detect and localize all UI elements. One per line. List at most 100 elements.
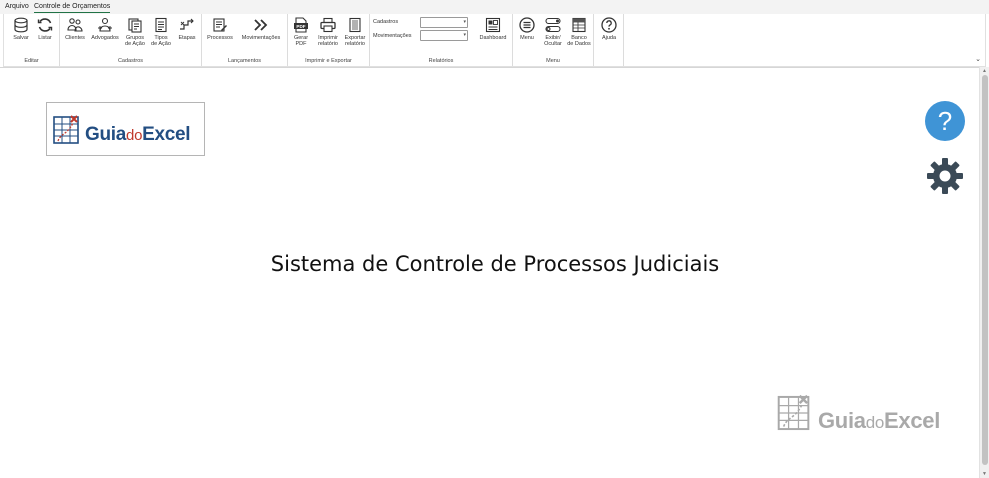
logo-brand-text: GuiadoExcel: [85, 124, 191, 146]
combo-cadastros-label: Cadastros: [373, 19, 399, 25]
group-label-editar: Editar: [24, 58, 39, 64]
watermark-brand-guia: Guia: [818, 408, 866, 433]
grupos-de-acao-button[interactable]: Grupos de Ação: [124, 17, 146, 48]
gerar-pdf-button[interactable]: PDF Gerar PDF: [290, 17, 312, 48]
exibir-ocultar-button[interactable]: Exibir/ Ocultar: [540, 17, 566, 48]
dashboard-label: Dashboard: [479, 35, 507, 41]
menu-label: Menu: [520, 35, 534, 41]
group-label-cadastros: Cadastros: [117, 58, 144, 64]
svg-text:PDF: PDF: [296, 24, 305, 29]
scrollbar-thumb[interactable]: [982, 75, 988, 465]
dashboard-icon: [485, 17, 501, 33]
processos-button[interactable]: Processos: [206, 17, 234, 41]
exportar-line2: relatório: [345, 41, 365, 48]
listar-button[interactable]: Listar: [34, 17, 56, 41]
watermark-brand-text: GuiadoExcel: [818, 408, 940, 434]
printer-icon: [320, 17, 336, 33]
guia-do-excel-logo: GuiadoExcel: [46, 102, 205, 156]
clientes-label: Clientes: [65, 35, 85, 41]
tipos-line1: Tipos: [154, 35, 168, 41]
imprimir-relatorio-button[interactable]: Imprimir relatório: [315, 17, 341, 48]
process-icon: [213, 18, 227, 32]
salvar-button[interactable]: Salvar: [10, 17, 32, 41]
chevron-down-icon: ▾: [463, 32, 466, 38]
double-chevron-icon: [254, 19, 268, 31]
page-title: Sistema de Controle de Processos Judicia…: [270, 252, 720, 276]
dashboard-button[interactable]: Dashboard: [476, 17, 510, 41]
group-menu: Menu Exibir/ Ocultar Banco de Dados Menu: [513, 14, 594, 66]
tab-arquivo[interactable]: Arquivo: [5, 3, 29, 10]
watermark-logo: GuiadoExcel: [777, 392, 957, 436]
toggle-icon: [545, 17, 561, 33]
group-cadastros: Clientes Advogados Grupos de Ação Tipos …: [60, 14, 202, 66]
movimentacoes-label: Movimentações: [241, 35, 281, 41]
steps-icon: [180, 18, 194, 30]
database-icon: [14, 17, 28, 33]
help-button[interactable]: ?: [925, 101, 965, 141]
question-mark-icon: ?: [937, 106, 953, 136]
group-label-lancamentos: Lançamentos: [227, 58, 262, 64]
types-icon: [155, 17, 167, 33]
spreadsheet-watermark-icon: [777, 394, 810, 431]
clientes-button[interactable]: Clientes: [63, 17, 87, 41]
watermark-brand-do: do: [865, 413, 885, 432]
imprimir-line1: Imprimir: [318, 35, 338, 41]
collapse-ribbon-icon[interactable]: ⌄: [975, 55, 981, 63]
combo-movimentacoes-label: Movimentações: [373, 33, 412, 39]
gear-icon[interactable]: [926, 157, 964, 195]
group-ajuda: Ajuda: [594, 14, 624, 66]
grupos-line1: Grupos: [125, 35, 145, 41]
combo-movimentacoes[interactable]: ▾: [420, 30, 468, 41]
banco-de-dados-button[interactable]: Banco de Dados: [566, 17, 592, 48]
advogados-label: Advogados: [91, 35, 119, 41]
menu-button[interactable]: Menu: [516, 17, 538, 41]
group-label-menu: Menu: [546, 58, 560, 64]
menu-tab-bar: Arquivo Controle de Orçamentos: [0, 0, 989, 14]
watermark-brand-excel: Excel: [884, 408, 941, 433]
groups-icon: [128, 18, 142, 33]
database-table-icon: [572, 17, 586, 33]
clients-icon: [67, 18, 83, 32]
group-relatorios: Cadastros ▾ Movimentações ▾ Dashboard Re…: [370, 14, 513, 66]
tab-controle-orcamentos[interactable]: Controle de Orçamentos: [34, 3, 111, 13]
listar-label: Listar: [38, 35, 52, 41]
pdf-icon: PDF: [294, 17, 308, 33]
combo-cadastros[interactable]: ▾: [420, 17, 468, 28]
imprimir-line2: relatório: [318, 41, 338, 48]
logo-brand-do: do: [126, 127, 143, 144]
ribbon: Salvar Listar Editar Clientes Advogados …: [3, 14, 986, 67]
etapas-label: Etapas: [178, 35, 196, 41]
logo-brand-excel: Excel: [142, 124, 191, 145]
spreadsheet-logo-icon: [53, 115, 79, 144]
exibir-line2: Ocultar: [544, 41, 562, 48]
gerar-pdf-line2: PDF: [295, 41, 307, 48]
exportar-line1: Exportar: [344, 35, 366, 41]
salvar-label: Salvar: [13, 35, 29, 41]
tipos-line2: de Ação: [151, 41, 171, 48]
movimentacoes-button[interactable]: Movimentações: [237, 17, 285, 41]
lawyers-icon: [98, 17, 112, 32]
gerar-pdf-line1: Gerar: [293, 35, 309, 41]
group-imprimir-exportar: PDF Gerar PDF Imprimir relatório Exporta…: [288, 14, 370, 66]
group-editar: Salvar Listar Editar: [4, 14, 60, 66]
exibir-line1: Exibir/: [545, 35, 561, 41]
export-icon: [349, 17, 361, 33]
banco-line1: Banco: [571, 35, 587, 41]
vertical-scrollbar[interactable]: ▲ ▼: [979, 67, 989, 478]
etapas-button[interactable]: Etapas: [176, 17, 198, 41]
exportar-relatorio-button[interactable]: Exportar relatório: [342, 17, 368, 48]
ajuda-button[interactable]: Ajuda: [597, 17, 621, 41]
tipos-de-acao-button[interactable]: Tipos de Ação: [150, 17, 172, 48]
scroll-down-icon[interactable]: ▼: [982, 471, 987, 477]
scroll-up-icon[interactable]: ▲: [982, 68, 987, 74]
grupos-line2: de Ação: [125, 41, 145, 48]
group-label-relatorios: Relatórios: [428, 58, 454, 64]
banco-line2: de Dados: [567, 41, 591, 48]
processos-label: Processos: [207, 35, 233, 41]
group-lancamentos: Processos Movimentações Lançamentos: [202, 14, 288, 66]
refresh-icon: [37, 18, 53, 32]
group-label-imprimir: Imprimir e Exportar: [305, 58, 352, 64]
logo-brand-guia: Guia: [85, 124, 127, 145]
advogados-button[interactable]: Advogados: [89, 17, 121, 41]
menu-icon: [519, 17, 535, 33]
